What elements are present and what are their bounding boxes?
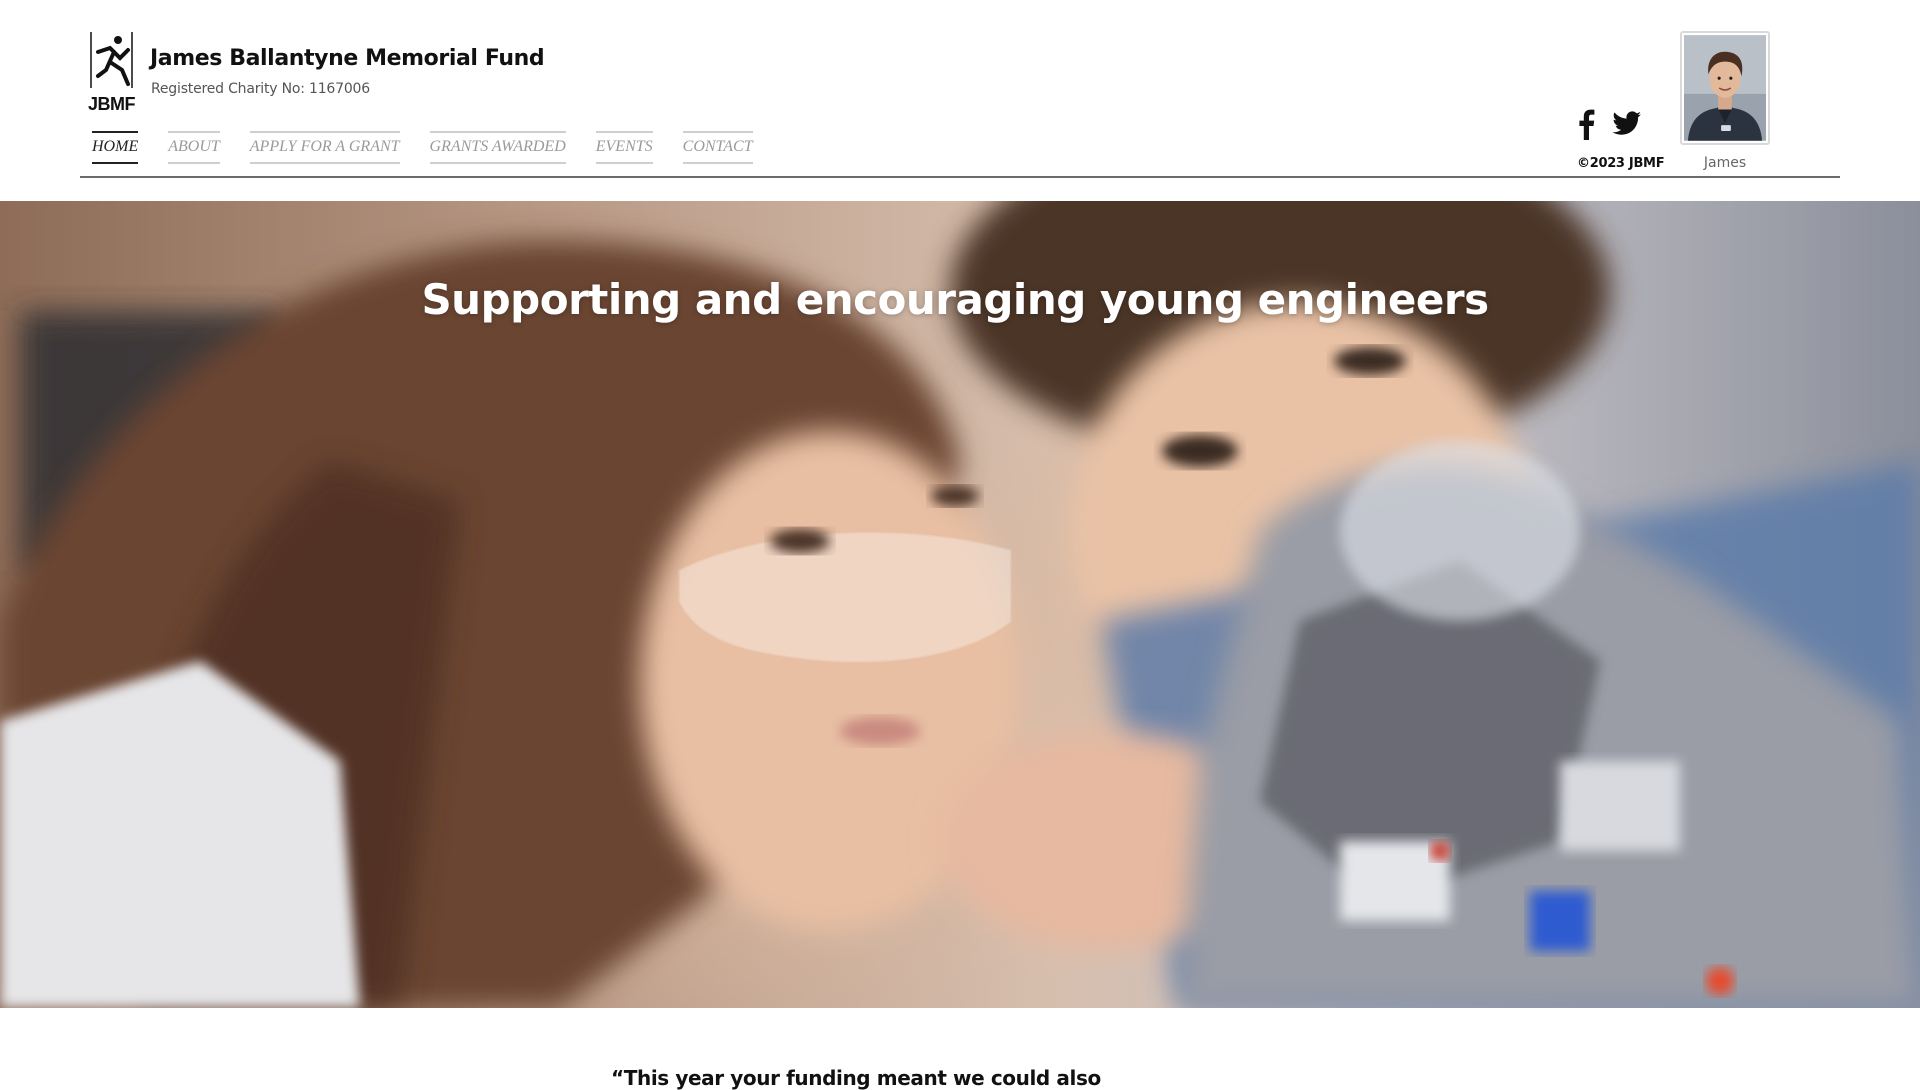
nav-item-home[interactable]: HOME xyxy=(92,131,139,164)
testimonial-quote: “This year your funding meant we could a… xyxy=(611,1066,1101,1090)
avatar-label: James xyxy=(1703,155,1747,171)
site-header: JBMF James Ballantyne Memorial Fund Regi… xyxy=(0,0,1920,201)
avatar[interactable] xyxy=(1680,31,1770,145)
social-links xyxy=(1576,108,1642,140)
nav-item-about[interactable]: ABOUT xyxy=(168,131,220,164)
logo-figure-icon xyxy=(90,32,133,88)
nav-item-events[interactable]: EVENTS xyxy=(595,131,653,164)
header-divider xyxy=(80,176,1840,178)
logo-text: JBMF xyxy=(88,94,136,114)
copyright-text: ©2023 JBMF xyxy=(1577,156,1665,171)
avatar-photo xyxy=(1684,35,1766,141)
nav-item-contact[interactable]: CONTACT xyxy=(682,131,753,164)
facebook-link[interactable] xyxy=(1576,108,1596,140)
hero-headline: Supporting and encouraging young enginee… xyxy=(421,275,1489,324)
nav-item-apply-for-a-grant[interactable]: APPLY FOR A GRANT xyxy=(249,131,400,164)
twitter-link[interactable] xyxy=(1612,111,1642,137)
hero-banner: Supporting and encouraging young enginee… xyxy=(0,201,1920,1008)
main-nav: HOME ABOUT APPLY FOR A GRANT GRANTS AWAR… xyxy=(92,131,783,164)
site-title[interactable]: James Ballantyne Memorial Fund xyxy=(150,46,545,71)
nav-item-grants-awarded[interactable]: GRANTS AWARDED xyxy=(429,131,566,164)
site-logo[interactable]: JBMF xyxy=(88,30,138,116)
twitter-icon xyxy=(1612,111,1641,135)
charity-number: Registered Charity No: 1167006 xyxy=(151,81,370,97)
facebook-icon xyxy=(1579,109,1595,140)
